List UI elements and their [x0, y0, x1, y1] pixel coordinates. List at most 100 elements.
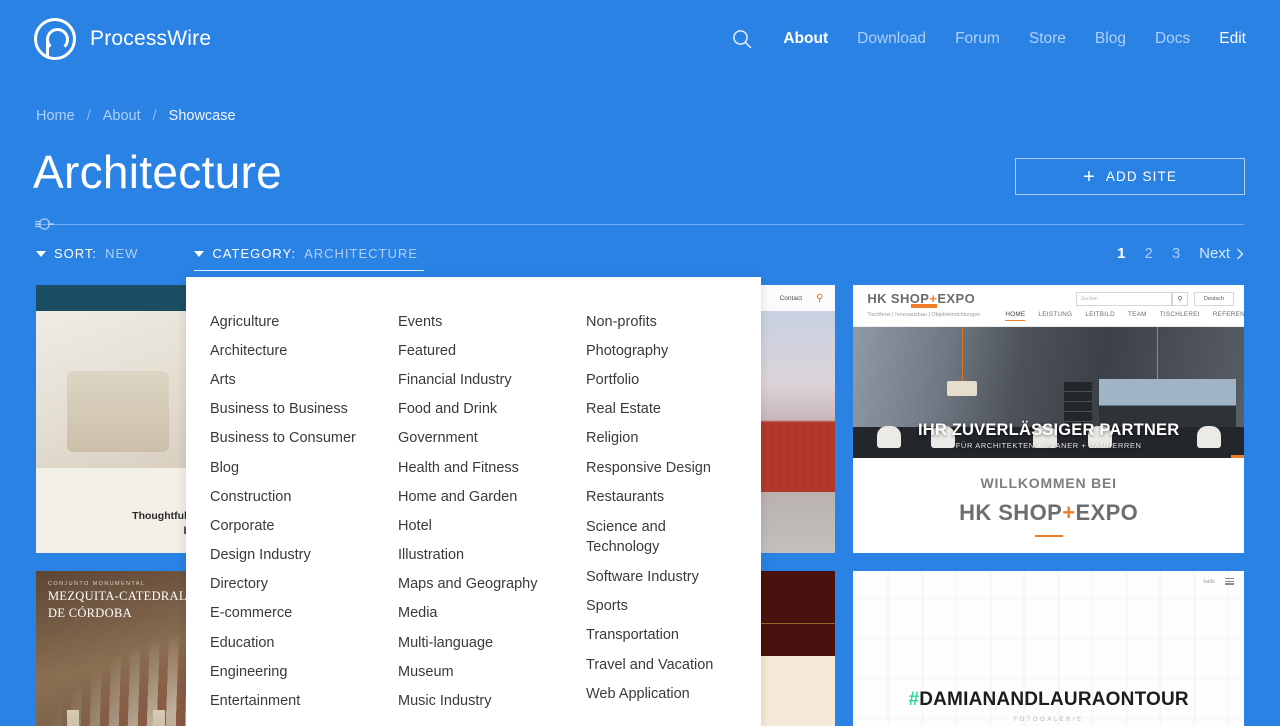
- category-item-real-estate[interactable]: Real Estate: [586, 395, 737, 424]
- category-item-museum[interactable]: Museum: [398, 657, 586, 686]
- category-item-corporate[interactable]: Corporate: [210, 511, 398, 540]
- category-item-design-industry[interactable]: Design Industry: [210, 541, 398, 570]
- category-item-entertainment[interactable]: Entertainment: [210, 686, 398, 715]
- hk-welcome-line2: HK SHOP+EXPO: [959, 500, 1138, 526]
- hk-search-input: Suchen: [1075, 292, 1172, 306]
- category-item-financial-industry[interactable]: Financial Industry: [398, 365, 586, 394]
- category-item-arts[interactable]: Arts: [210, 365, 398, 394]
- category-item-business-to-business[interactable]: Business to Business: [210, 395, 398, 424]
- hk-hero-title: IHR ZUVERLÄSSIGER PARTNER: [917, 421, 1180, 439]
- card-title-line1: MEZQUITA-CATEDRAL: [48, 589, 187, 603]
- hk-tagline: Tischlerei | Innenausbau | Objekteinrich…: [867, 312, 981, 318]
- category-item-events[interactable]: Events: [398, 307, 586, 336]
- hk-nav-team: TEAM: [1128, 311, 1147, 318]
- category-item-transportation[interactable]: Transportation: [586, 621, 737, 650]
- pagination-next-button[interactable]: Next: [1199, 245, 1244, 262]
- category-item-food-and-drink[interactable]: Food and Drink: [398, 395, 586, 424]
- category-item-non-profits[interactable]: Non-profits: [586, 307, 737, 336]
- showcase-card-hk-shop-expo[interactable]: HK SHOP+EXPO Tischlerei | Innenausbau | …: [853, 285, 1244, 553]
- category-item-agriculture[interactable]: Agriculture: [210, 307, 398, 336]
- sort-value: NEW: [105, 246, 139, 261]
- sort-label: SORT:: [54, 246, 98, 261]
- category-item-architecture[interactable]: Architecture: [210, 336, 398, 365]
- breadcrumb-item-showcase: Showcase: [168, 108, 236, 124]
- chevron-left-icon: ❮: [1230, 455, 1244, 458]
- search-icon[interactable]: [730, 27, 754, 51]
- nav-item-blog[interactable]: Blog: [1095, 30, 1126, 48]
- category-item-sports[interactable]: Sports: [586, 592, 737, 621]
- breadcrumb: Home / About / Showcase: [36, 108, 236, 124]
- breadcrumb-item-about[interactable]: About: [103, 108, 141, 124]
- category-item-multi-language[interactable]: Multi-language: [398, 628, 586, 657]
- nav-item-store[interactable]: Store: [1029, 30, 1066, 48]
- page-title: Architecture: [33, 146, 283, 198]
- category-item-hotel[interactable]: Hotel: [398, 511, 586, 540]
- section-divider: [36, 224, 1244, 225]
- category-item-web-application[interactable]: Web Application: [586, 679, 737, 708]
- category-item-government[interactable]: Government: [398, 424, 586, 453]
- category-item-health-and-fitness[interactable]: Health and Fitness: [398, 453, 586, 482]
- card-kicker: CONJUNTO MONUMENTAL: [48, 581, 146, 587]
- card-title-line2: DE CÓRDOBA: [48, 606, 132, 620]
- hk-nav-tischlerei: TISCHLEREI: [1159, 311, 1200, 318]
- category-item-software-industry[interactable]: Software Industry: [586, 563, 737, 592]
- pagination-page-2[interactable]: 2: [1144, 245, 1152, 262]
- category-item-blog[interactable]: Blog: [210, 453, 398, 482]
- pagination: 1 2 3 Next: [1117, 245, 1244, 262]
- category-label: CATEGORY:: [212, 246, 297, 261]
- category-item-illustration[interactable]: Illustration: [398, 541, 586, 570]
- category-value: ARCHITECTURE: [304, 246, 418, 261]
- category-item-restaurants[interactable]: Restaurants: [586, 482, 737, 511]
- showcase-card-damianandlauraontour[interactable]: hallo #DAMIANANDLAURAONTOUR FOTOGALERIE: [853, 571, 1244, 726]
- category-item-responsive-design[interactable]: Responsive Design: [586, 453, 737, 482]
- hk-nav-referenzen: REFERENZEN: [1212, 311, 1244, 318]
- category-item-photography[interactable]: Photography: [586, 336, 737, 365]
- caret-down-icon: [36, 250, 46, 257]
- hk-welcome-block: WILLKOMMEN BEI HK SHOP+EXPO: [853, 458, 1244, 553]
- pagination-page-3[interactable]: 3: [1172, 245, 1180, 262]
- category-item-music-industry[interactable]: Music Industry: [398, 686, 586, 715]
- card-nav-contact: Contact: [779, 294, 802, 302]
- category-item-religion[interactable]: Religion: [586, 424, 737, 453]
- category-item-home-and-garden[interactable]: Home and Garden: [398, 482, 586, 511]
- breadcrumb-separator: /: [152, 108, 157, 124]
- hk-welcome-left: HK SHOP: [959, 499, 1063, 525]
- processwire-logo-icon: [34, 18, 76, 60]
- pagination-next-label: Next: [1199, 245, 1230, 262]
- category-item-business-to-consumer[interactable]: Business to Consumer: [210, 424, 398, 453]
- category-item-maps-and-geography[interactable]: Maps and Geography: [398, 570, 586, 599]
- brand-name: ProcessWire: [90, 27, 212, 50]
- add-site-button[interactable]: + ADD SITE: [1015, 158, 1245, 195]
- hk-language-selector: Deutsch: [1193, 292, 1234, 306]
- category-item-travel-and-vacation[interactable]: Travel and Vacation: [586, 650, 737, 679]
- category-item-featured[interactable]: Featured: [398, 336, 586, 365]
- nav-item-edit[interactable]: Edit: [1219, 30, 1246, 48]
- add-site-label: ADD SITE: [1105, 169, 1177, 184]
- brand-logo[interactable]: ProcessWire: [34, 18, 211, 60]
- category-item-education[interactable]: Education: [210, 628, 398, 657]
- pagination-page-1[interactable]: 1: [1117, 245, 1125, 262]
- site-header: ProcessWire About Download Forum Store B…: [0, 0, 1280, 78]
- category-item-portfolio[interactable]: Portfolio: [586, 365, 737, 394]
- card-title: DAMIANANDLAURAONTOUR: [919, 689, 1189, 710]
- nav-item-about[interactable]: About: [783, 30, 828, 48]
- category-item-media[interactable]: Media: [398, 599, 586, 628]
- chevron-right-icon: [1237, 248, 1244, 259]
- category-column-1: Agriculture Architecture Arts Business t…: [210, 307, 398, 726]
- hk-hero-subtitle: FÜR ARCHITEKTEN + PLANER + BAUHERREN: [955, 441, 1142, 450]
- category-item-engineering[interactable]: Engineering: [210, 657, 398, 686]
- category-item-science-and-technology[interactable]: Science and Technology: [586, 511, 681, 562]
- nav-item-forum[interactable]: Forum: [955, 30, 1000, 48]
- breadcrumb-item-home[interactable]: Home: [36, 108, 75, 124]
- hk-nav-home: HOME: [1005, 311, 1026, 321]
- category-filter[interactable]: CATEGORY: ARCHITECTURE: [194, 246, 424, 271]
- category-item-directory[interactable]: Directory: [210, 570, 398, 599]
- hk-welcome-plus: +: [1062, 499, 1076, 525]
- category-item-construction[interactable]: Construction: [210, 482, 398, 511]
- hk-welcome-right: EXPO: [1075, 499, 1139, 525]
- hk-nav: HOME LEISTUNG LEITBILD TEAM TISCHLEREI R…: [1005, 311, 1244, 321]
- category-item-e-commerce[interactable]: E-commerce: [210, 599, 398, 628]
- sort-filter[interactable]: SORT: NEW: [36, 246, 138, 270]
- nav-item-docs[interactable]: Docs: [1155, 30, 1190, 48]
- nav-item-download[interactable]: Download: [857, 30, 926, 48]
